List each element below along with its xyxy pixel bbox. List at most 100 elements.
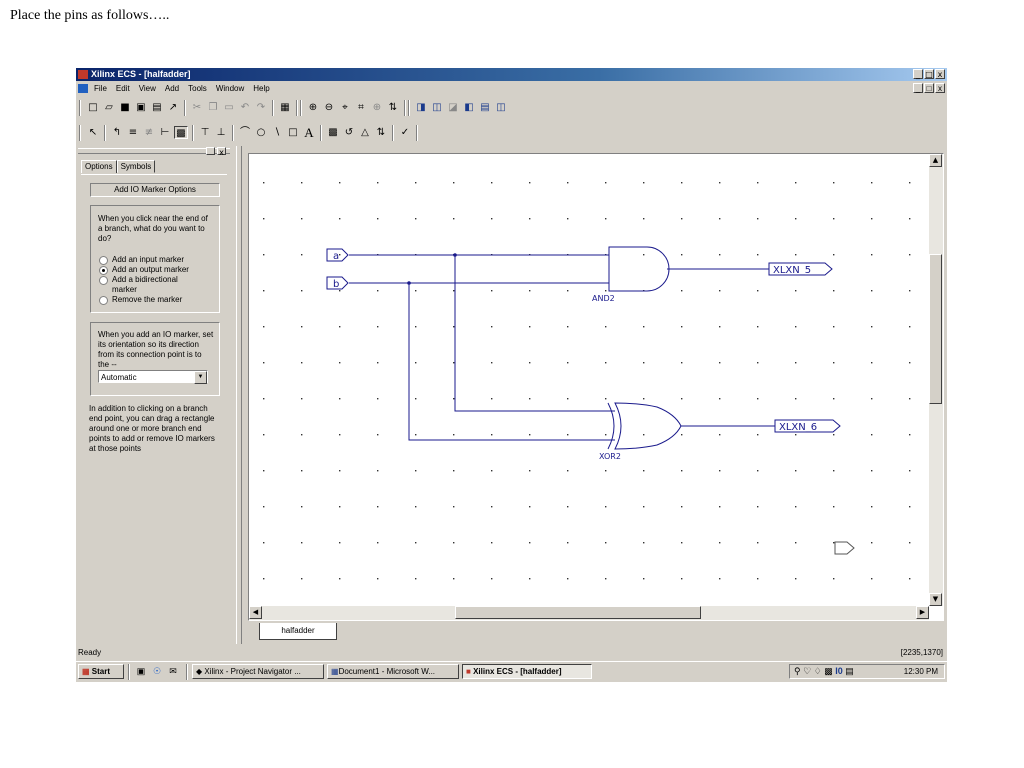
vertical-scroll-thumb[interactable] bbox=[929, 254, 942, 404]
paste-icon[interactable]: ▭ bbox=[222, 101, 236, 114]
menu-file[interactable]: File bbox=[94, 83, 107, 94]
radio-circle-icon bbox=[99, 295, 108, 305]
rename-icon[interactable]: ≢ bbox=[142, 126, 156, 139]
radio-circle-icon bbox=[99, 255, 108, 265]
tab-options[interactable]: Options bbox=[81, 160, 117, 173]
print-icon[interactable]: ▤ bbox=[150, 101, 164, 114]
panel-header: Add IO Marker Options bbox=[90, 183, 220, 197]
marker-question-text: When you click near the end of a branch,… bbox=[98, 214, 208, 243]
menu-help[interactable]: Help bbox=[253, 83, 269, 94]
pop-icon[interactable]: ◪ bbox=[446, 101, 460, 114]
status-text: Ready bbox=[78, 648, 102, 657]
title-bar: Xilinx ECS - [halfadder] _ □ x bbox=[76, 68, 947, 81]
zoom-full-icon[interactable]: ⌗ bbox=[354, 101, 368, 114]
add-instance-icon[interactable]: ⊥ bbox=[214, 126, 228, 139]
ie-icon[interactable]: ☉ bbox=[150, 665, 164, 678]
radio-circle-icon bbox=[99, 276, 108, 285]
help-text: In addition to clicking on a branch end … bbox=[89, 404, 215, 453]
check-schematic-icon[interactable]: ✓ bbox=[398, 126, 412, 139]
new-icon[interactable]: □ bbox=[86, 101, 100, 114]
tab-halfadder[interactable]: halfadder bbox=[259, 623, 337, 640]
flip-icon[interactable]: ⇅ bbox=[374, 126, 388, 139]
menu-window[interactable]: Window bbox=[216, 83, 244, 94]
select-arrow-icon[interactable]: ↖ bbox=[86, 126, 100, 139]
add-text-icon[interactable]: A bbox=[302, 126, 316, 139]
word-icon: ▦ bbox=[331, 667, 339, 676]
show-desktop-icon[interactable]: ▣ bbox=[134, 665, 148, 678]
open-icon[interactable]: ▱ bbox=[102, 101, 116, 114]
draw-circle-icon[interactable]: ○ bbox=[254, 126, 268, 139]
mirror-icon[interactable]: △ bbox=[358, 126, 372, 139]
help-pointer-icon[interactable]: ↗ bbox=[166, 101, 180, 114]
zoom-out-icon[interactable]: ⊖ bbox=[322, 101, 336, 114]
panel-restore-button[interactable] bbox=[206, 147, 215, 155]
tile-icon[interactable]: ◧ bbox=[462, 101, 476, 114]
refresh-icon[interactable]: ⇅ bbox=[386, 101, 400, 114]
task-project-navigator[interactable]: ◆ Xilinx - Project Navigator ... bbox=[192, 664, 324, 679]
split-vertical-icon[interactable]: ◫ bbox=[494, 101, 508, 114]
rotate-icon[interactable]: ↺ bbox=[342, 126, 356, 139]
add-io-marker-icon[interactable]: ▩ bbox=[174, 126, 188, 139]
undo-icon[interactable]: ↶ bbox=[238, 101, 252, 114]
add-wire-icon[interactable]: ↰ bbox=[110, 126, 124, 139]
find-icon[interactable]: ▦ bbox=[278, 101, 292, 114]
scroll-up-icon[interactable]: ▲ bbox=[929, 154, 942, 167]
options-panel: x Options Symbols Add IO Marker Options … bbox=[76, 146, 235, 636]
horizontal-scrollbar[interactable]: ◀ ▶ bbox=[249, 606, 929, 620]
object-properties-icon[interactable]: ▩ bbox=[326, 126, 340, 139]
scroll-left-icon[interactable]: ◀ bbox=[249, 606, 262, 619]
tab-symbols[interactable]: Symbols bbox=[116, 160, 156, 173]
menu-edit[interactable]: Edit bbox=[116, 83, 130, 94]
radio-add-bidirectional-marker[interactable]: Add a bidirectional marker bbox=[99, 275, 216, 295]
zoom-in-icon[interactable]: ⊕ bbox=[306, 101, 320, 114]
task-xilinx-ecs[interactable]: ■ Xilinx ECS - [halfadder] bbox=[462, 664, 592, 679]
doc-restore-button[interactable]: □ bbox=[924, 83, 934, 93]
schematic-canvas[interactable]: a b XLXN_5 XLXN_6 AND2 XOR2 ▲ ▼ ◀ ▶ bbox=[248, 153, 944, 621]
scroll-down-icon[interactable]: ▼ bbox=[929, 593, 942, 606]
radio-remove-marker[interactable]: Remove the marker bbox=[99, 295, 216, 305]
orientation-select[interactable]: Automatic ▼ bbox=[98, 370, 208, 384]
close-button[interactable]: x bbox=[935, 69, 945, 79]
wire-b-to-xor bbox=[408, 283, 615, 441]
panel-close-button[interactable]: x bbox=[217, 147, 226, 157]
copy-icon[interactable]: ❐ bbox=[206, 101, 220, 114]
dropdown-arrow-icon[interactable]: ▼ bbox=[194, 371, 207, 384]
zoom-fit-icon[interactable]: ⌖ bbox=[338, 101, 352, 114]
window-title: Xilinx ECS - [halfadder] bbox=[91, 69, 191, 79]
restore-button[interactable]: □ bbox=[924, 69, 934, 79]
draw-arc-icon[interactable]: ⌒ bbox=[238, 126, 252, 139]
split-horizontal-icon[interactable]: ▤ bbox=[478, 101, 492, 114]
doc-minimize-button[interactable]: _ bbox=[913, 83, 923, 93]
add-net-name-icon[interactable]: ≡ bbox=[126, 126, 140, 139]
input-label-b: b bbox=[333, 279, 339, 290]
tray-icons[interactable]: ⚲ ♡ ♢ ▩ I0 ▤ bbox=[794, 666, 854, 677]
task-word-document[interactable]: ▦Document1 - Microsoft W... bbox=[327, 664, 459, 679]
radio-add-output-marker[interactable]: Add an output marker bbox=[99, 265, 216, 275]
draw-line-icon[interactable]: ∖ bbox=[270, 126, 284, 139]
radio-add-input-marker[interactable]: Add an input marker bbox=[99, 255, 216, 265]
push-icon[interactable]: ◫ bbox=[430, 101, 444, 114]
vertical-scrollbar[interactable]: ▲ ▼ bbox=[929, 154, 943, 606]
add-symbol-icon[interactable]: ⊤ bbox=[198, 126, 212, 139]
zoom-area-icon[interactable]: ⊕ bbox=[370, 101, 384, 114]
cut-icon[interactable]: ✂ bbox=[190, 101, 204, 114]
menu-bar: File Edit View Add Tools Window Help _ □… bbox=[76, 82, 947, 95]
drawing-toolbar: ↖ ↰ ≡ ≢ ⊢ ▩ ⊤ ⊥ ⌒ ○ ∖ □ A ▩ ↺ △ ⇅ ✓ bbox=[78, 123, 944, 143]
outlook-icon[interactable]: ✉ bbox=[166, 665, 180, 678]
start-button[interactable]: ▦ Start bbox=[78, 664, 124, 679]
save-all-icon[interactable]: ▣ bbox=[134, 101, 148, 114]
menu-tools[interactable]: Tools bbox=[188, 83, 207, 94]
hierarchy-icon[interactable]: ◨ bbox=[414, 101, 428, 114]
menu-add[interactable]: Add bbox=[165, 83, 179, 94]
horizontal-scroll-thumb[interactable] bbox=[455, 606, 701, 619]
schematic-drawing[interactable]: a b XLXN_5 XLXN_6 AND2 XOR2 bbox=[249, 154, 929, 606]
redo-icon[interactable]: ↷ bbox=[254, 101, 268, 114]
draw-rectangle-icon[interactable]: □ bbox=[286, 126, 300, 139]
scroll-right-icon[interactable]: ▶ bbox=[916, 606, 929, 619]
save-icon[interactable]: ■ bbox=[118, 101, 132, 114]
xor2-input-arc bbox=[607, 402, 615, 450]
add-bus-tap-icon[interactable]: ⊢ bbox=[158, 126, 172, 139]
doc-close-button[interactable]: x bbox=[935, 83, 945, 93]
minimize-button[interactable]: _ bbox=[913, 69, 923, 79]
menu-view[interactable]: View bbox=[139, 83, 156, 94]
